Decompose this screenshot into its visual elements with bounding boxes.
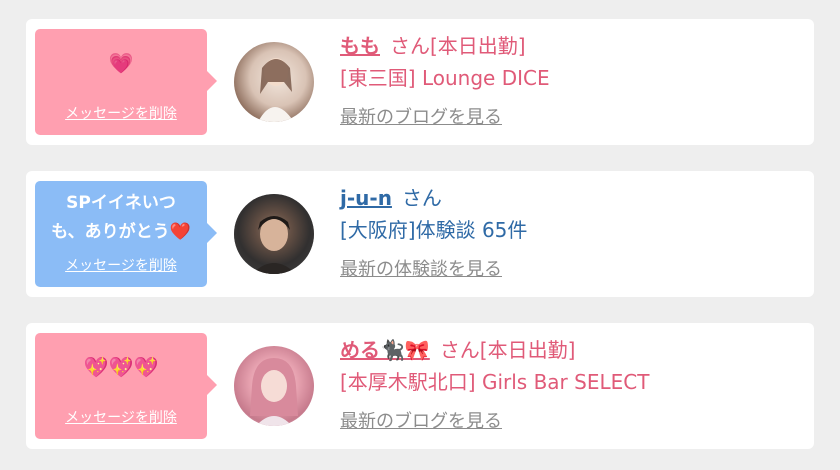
card-info: もも さん[本日出勤] [東三国] Lounge DICE 最新のブログを見る (340, 31, 804, 129)
latest-blog-link[interactable]: 最新のブログを見る (340, 407, 502, 433)
latest-review-link[interactable]: 最新の体験談を見る (340, 255, 502, 281)
heart-icon: 💗 (108, 51, 134, 75)
red-heart-icon: ❤️ (169, 222, 191, 242)
message-card: SPイイネいつ も、ありがとう❤️ メッセージを削除 j-u-n さん [大阪府]… (26, 171, 814, 297)
avatar-photo-icon (250, 358, 298, 426)
name-row: j-u-n さん (340, 183, 804, 213)
delete-message-link[interactable]: メッセージを削除 (35, 103, 207, 123)
message-line-1: SPイイネいつ (66, 193, 176, 213)
message-bubble: 💗 メッセージを削除 (35, 29, 217, 135)
delete-message-link[interactable]: メッセージを削除 (35, 407, 207, 427)
review-detail: [大阪府]体験談 65件 (340, 218, 528, 242)
name-row: もも さん[本日出勤] (340, 31, 804, 61)
message-card: 💖💖💖 メッセージを削除 める🐈‍⬛🎀 さん[本日出勤] [本厚木駅北口] Gir… (26, 323, 814, 449)
delete-message-link[interactable]: メッセージを削除 (35, 255, 207, 275)
message-text: SPイイネいつ も、ありがとう❤️ (35, 189, 207, 247)
message-card: 💗 メッセージを削除 もも さん[本日出勤] [東三国] Lounge DICE … (26, 19, 814, 145)
sparkling-hearts-icon: 💖💖💖 (83, 355, 159, 379)
message-bubble: SPイイネいつ も、ありがとう❤️ メッセージを削除 (35, 181, 217, 287)
name-suffix: さん (401, 186, 442, 210)
message-line-2: も、ありがとう (51, 222, 170, 242)
cast-name-link[interactable]: もも (340, 34, 380, 58)
name-suffix: さん[本日出勤] (439, 338, 576, 362)
shop-detail: [東三国] Lounge DICE (340, 66, 550, 90)
cast-name-link[interactable]: める🐈‍⬛🎀 (340, 338, 430, 362)
card-info: める🐈‍⬛🎀 さん[本日出勤] [本厚木駅北口] Girls Bar SELECT… (340, 335, 804, 433)
avatar-photo-icon (258, 58, 294, 122)
shop-detail: [本厚木駅北口] Girls Bar SELECT (340, 370, 650, 394)
avatar[interactable] (234, 42, 314, 122)
avatar[interactable] (234, 346, 314, 426)
message-bubble: 💖💖💖 メッセージを削除 (35, 333, 217, 439)
avatar[interactable] (234, 194, 314, 274)
name-row: める🐈‍⬛🎀 さん[本日出勤] (340, 335, 804, 365)
name-suffix: さん[本日出勤] (390, 34, 526, 58)
message-text: 💗 (35, 49, 207, 77)
message-text: 💖💖💖 (35, 353, 207, 381)
avatar-photo-icon (234, 194, 314, 274)
user-name-link[interactable]: j-u-n (340, 186, 392, 210)
card-info: j-u-n さん [大阪府]体験談 65件 最新の体験談を見る (340, 183, 804, 281)
latest-blog-link[interactable]: 最新のブログを見る (340, 103, 502, 129)
